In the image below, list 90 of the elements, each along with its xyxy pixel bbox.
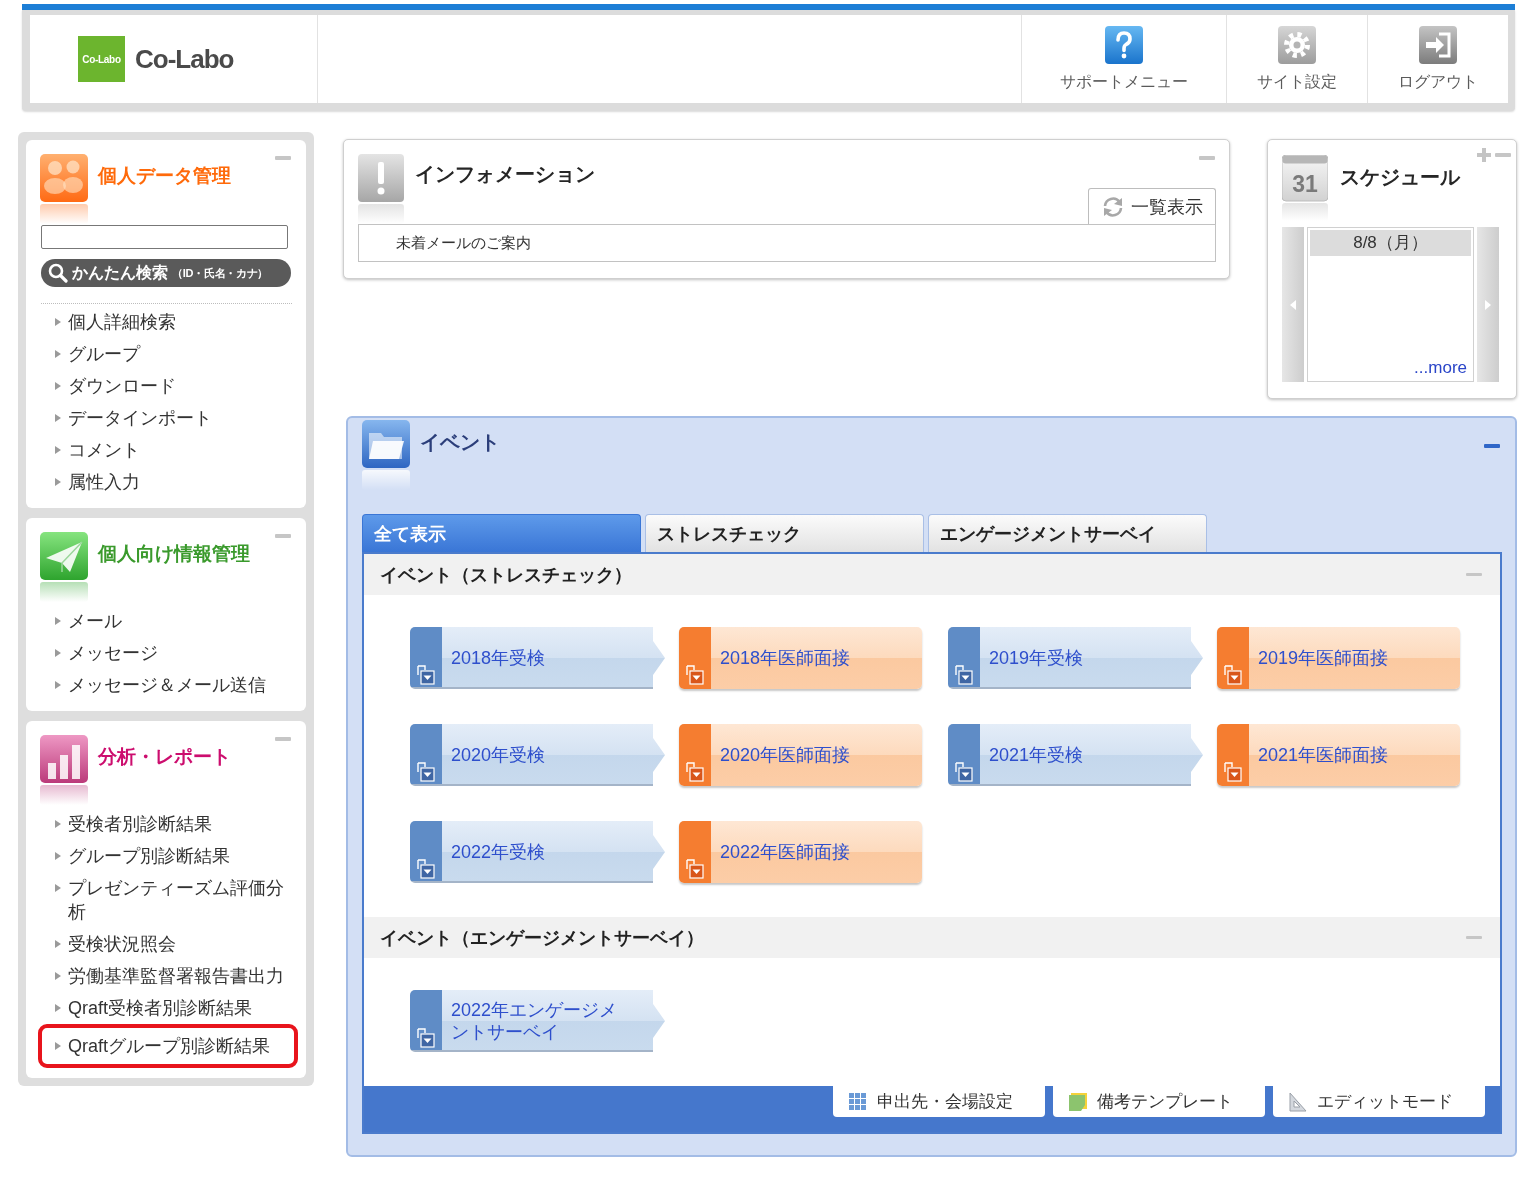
refresh-icon [1101,194,1125,219]
menu-link[interactable]: メッセージ＆メール送信 [38,669,298,701]
caret-box-icon[interactable] [686,859,704,879]
footer-tab-button[interactable]: 申出先・会場設定 [833,1086,1045,1117]
caret-box-icon[interactable] [955,762,973,782]
panel-title: インフォメーション [415,162,595,187]
caret-box-icon[interactable] [417,1028,435,1048]
menu-link[interactable]: Qraft受検者別診断結果 [38,992,298,1024]
people-icon [40,154,88,224]
panel-title: 個人データ管理 [98,164,231,188]
triangle-bullet-icon [55,414,61,422]
list-view-button[interactable]: 一覧表示 [1088,188,1216,224]
logout-icon [1419,25,1457,64]
menu-link[interactable]: メッセージ [38,637,298,669]
menu-link[interactable]: プレゼンティーズム評価分析 [38,872,298,928]
menu-link[interactable]: コメント [38,434,298,466]
event-button[interactable]: 2020年医師面接 [679,724,922,786]
tab[interactable]: ストレスチェック [645,514,924,552]
sticky-note-icon [1069,1092,1087,1111]
search-button[interactable]: かんたん検索 （ID・氏名・カナ） [41,259,291,287]
menu-link[interactable]: ダウンロード [38,370,298,402]
footer-tab-button[interactable]: 備考テンプレート [1053,1086,1265,1117]
footer-tab-button[interactable]: エディットモード [1273,1086,1485,1117]
caret-box-icon[interactable] [1224,665,1242,685]
ruler-icon [1289,1091,1307,1112]
menu-link[interactable]: 個人詳細検索 [38,306,298,338]
menu-link[interactable]: グループ [38,338,298,370]
triangle-bullet-icon [55,852,61,860]
section-title: イベント（ストレスチェック） [380,563,632,587]
caret-box-icon[interactable] [417,665,435,685]
paper-plane-icon [40,532,88,602]
triangle-bullet-icon [55,478,61,486]
menu-link[interactable]: 労働基準監督署報告書出力 [38,960,298,992]
caret-box-icon[interactable] [955,665,973,685]
grid-icon [849,1092,867,1111]
right-triangle-icon [1485,299,1491,310]
caret-box-icon[interactable] [686,762,704,782]
triangle-bullet-icon [55,972,61,980]
panel-title: イベント [420,430,500,454]
menu-link[interactable]: 受検者別診断結果 [38,808,298,840]
search-field[interactable] [41,225,288,249]
event-button[interactable]: 2022年医師面接 [679,821,922,883]
triangle-bullet-icon [55,1004,61,1012]
event-button[interactable]: 2021年受検 [948,724,1203,786]
menu-link[interactable]: メール [38,605,298,637]
menu-link[interactable]: 属性入力 [38,466,298,498]
triangle-bullet-icon [55,940,61,948]
triangle-bullet-icon [55,1042,61,1050]
tab[interactable]: エンゲージメントサーベイ [928,514,1207,552]
section-title: イベント（エンゲージメントサーベイ） [380,926,704,950]
notice-link[interactable]: 未着メールのご案内 [359,225,1215,261]
panel-title: 分析・レポート [98,745,231,769]
triangle-bullet-icon [55,318,61,326]
settings-icon [1278,25,1316,64]
menu-link[interactable]: データインポート [38,402,298,434]
triangle-bullet-icon [55,350,61,358]
event-button[interactable]: 2019年医師面接 [1217,627,1460,689]
triangle-bullet-icon [55,649,61,657]
triangle-bullet-icon [55,820,61,828]
menu-link[interactable]: グループ別診断結果 [38,840,298,872]
bar-chart-icon [40,735,88,805]
left-triangle-icon [1290,299,1296,310]
caret-box-icon[interactable] [1224,762,1242,782]
triangle-bullet-icon [55,446,61,454]
triangle-bullet-icon [55,617,61,625]
panel-title: スケジュール [1340,165,1460,189]
menu-link[interactable]: 受検状況照会 [38,928,298,960]
event-button[interactable]: 2020年受検 [410,724,665,786]
event-button[interactable]: 2022年エンゲージメントサーベイ [410,990,665,1052]
event-button[interactable]: 2022年受検 [410,821,665,883]
logo-text: Co-Labo [135,43,234,75]
panel-title: 個人向け情報管理 [98,542,250,566]
logo-mark: Co-Labo [78,36,125,82]
caret-box-icon[interactable] [417,762,435,782]
menu-link[interactable]: Qraftグループ別診断結果 [38,1024,298,1068]
search-icon [48,263,68,283]
event-button[interactable]: 2019年受検 [948,627,1203,689]
event-button[interactable]: 2018年受検 [410,627,665,689]
triangle-bullet-icon [55,681,61,689]
caret-box-icon[interactable] [686,665,704,685]
event-button[interactable]: 2018年医師面接 [679,627,922,689]
triangle-bullet-icon [55,884,61,892]
caret-box-icon[interactable] [417,859,435,879]
folder-icon [362,420,410,490]
tab[interactable]: 全て表示 [362,514,641,552]
event-button[interactable]: 2021年医師面接 [1217,724,1460,786]
help-icon [1105,25,1143,64]
triangle-bullet-icon [55,382,61,390]
calendar-date: 8/8（月） [1310,230,1471,256]
more-link[interactable]: ...more [1414,358,1473,381]
